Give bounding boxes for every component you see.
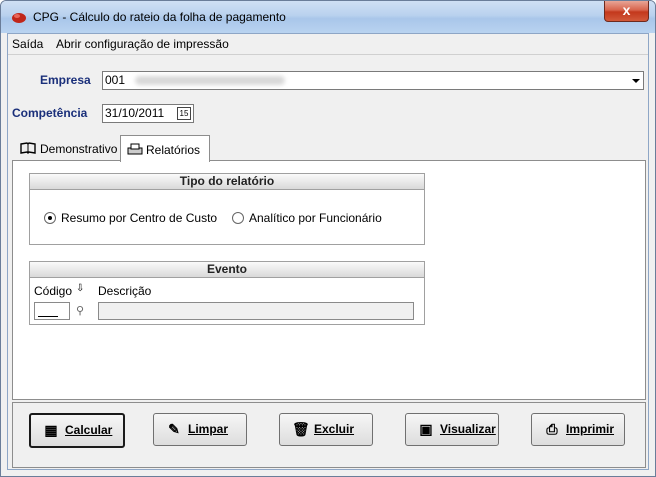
radio-analitico-label[interactable]: Analítico por Funcionário (249, 211, 382, 225)
tab-relatorios-label: Relatórios (146, 143, 201, 157)
excluir-label: Excluir (314, 422, 355, 436)
book-icon (20, 142, 36, 154)
tab-demonstrativo-label: Demonstrativo (40, 142, 118, 156)
app-window: CPG - Cálculo do rateio da folha de paga… (0, 0, 656, 477)
competencia-date-input[interactable]: 31/10/2011 15 (102, 104, 194, 123)
radio-resumo-label[interactable]: Resumo por Centro de Custo (61, 211, 217, 225)
descricao-field (98, 302, 414, 320)
visualizar-button[interactable]: ▣ Visualizar (405, 413, 499, 446)
binoculars-icon[interactable]: ⚲ (76, 304, 84, 317)
empresa-name-redacted (135, 76, 285, 85)
limpar-label: Limpar (188, 422, 229, 436)
window-title: CPG - Cálculo do rateio da folha de paga… (33, 10, 286, 24)
button-bar: ▦ Calcular ✎ Limpar 🗑 Excluir ▣ Visualiz… (12, 402, 646, 468)
printer-icon (127, 143, 143, 155)
app-icon (12, 13, 26, 23)
calculator-icon: ▦ (44, 422, 58, 438)
main-frame: Saída Abrir configuração de impressão Em… (7, 33, 649, 470)
menu-item-saida[interactable]: Saída (12, 37, 43, 51)
codigo-header[interactable]: Código (34, 284, 72, 298)
eraser-icon: ✎ (168, 421, 180, 437)
evento-group: Evento Código ⇩ Descrição ⚲ (29, 261, 425, 325)
competencia-label: Competência (12, 106, 88, 120)
tipo-relatorio-group: Tipo do relatório Resumo por Centro de C… (29, 173, 425, 245)
text-cursor (38, 316, 58, 317)
excluir-button[interactable]: 🗑 Excluir (279, 413, 373, 446)
relatorios-panel: Tipo do relatório Resumo por Centro de C… (12, 160, 646, 400)
empresa-value: 001 (105, 73, 126, 87)
title-bar[interactable]: CPG - Cálculo do rateio da folha de paga… (1, 1, 655, 33)
chevron-down-icon[interactable] (627, 72, 643, 89)
descricao-header: Descrição (98, 284, 152, 298)
calcular-button[interactable]: ▦ Calcular (29, 413, 125, 448)
calcular-label: Calcular (65, 423, 113, 437)
sort-icon: ⇩ (76, 283, 85, 294)
radio-resumo[interactable] (44, 212, 56, 224)
calendar-icon[interactable]: 15 (177, 107, 191, 120)
competencia-value: 31/10/2011 (105, 106, 165, 120)
empresa-label: Empresa (40, 73, 91, 87)
menu-item-abrir-configuracao[interactable]: Abrir configuração de impressão (56, 37, 229, 51)
empresa-select[interactable]: 001 (102, 71, 644, 90)
visualizar-label: Visualizar (440, 422, 496, 436)
tipo-relatorio-title: Tipo do relatório (30, 174, 424, 190)
trash-icon: 🗑 (292, 421, 310, 437)
imprimir-label: Imprimir (566, 422, 615, 436)
tab-relatorios[interactable]: Relatórios (120, 135, 210, 162)
tab-demonstrativo[interactable]: Demonstrativo (18, 138, 118, 160)
limpar-button[interactable]: ✎ Limpar (153, 413, 247, 446)
monitor-icon: ▣ (419, 421, 433, 437)
imprimir-button[interactable]: ⎙ Imprimir (531, 413, 625, 446)
evento-title: Evento (30, 262, 424, 278)
menu-bar: Saída Abrir configuração de impressão (8, 34, 648, 55)
close-icon: x (622, 2, 631, 18)
codigo-input[interactable] (34, 302, 70, 320)
radio-analitico[interactable] (232, 212, 244, 224)
printer-icon: ⎙ (546, 421, 558, 437)
close-button[interactable]: x (604, 1, 649, 22)
